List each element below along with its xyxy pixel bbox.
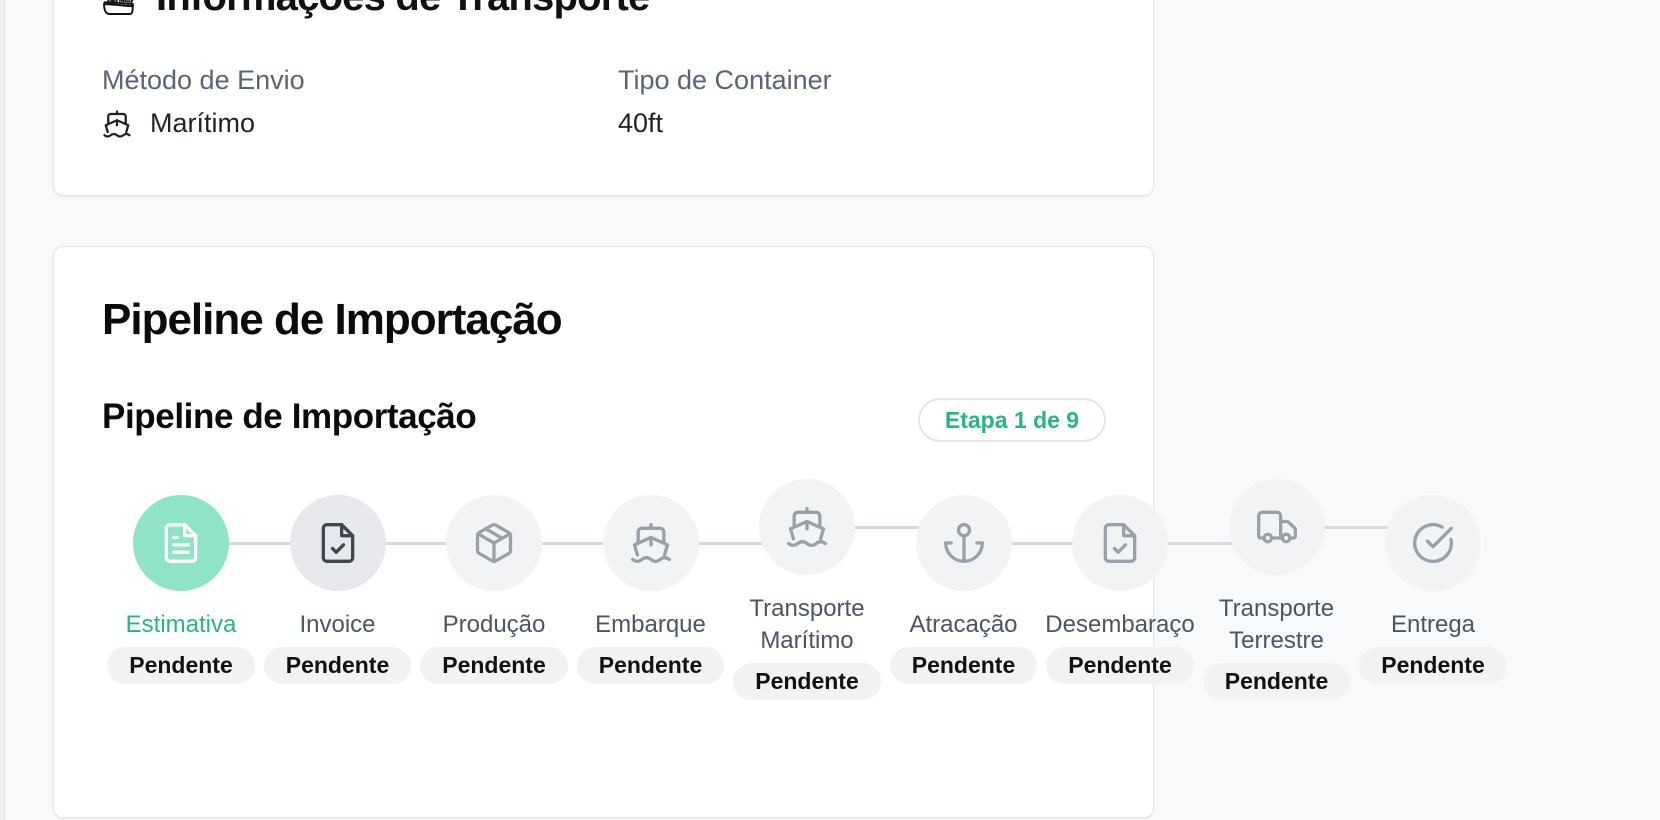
check-circle-icon (1413, 523, 1453, 563)
step-label: Invoice (299, 611, 376, 638)
transport-card-title-text: Informações de Transporte (156, 0, 649, 19)
step-circle (133, 495, 229, 591)
pipeline-step-produ-o[interactable]: Produção Pendente (414, 495, 574, 684)
pipeline-step-embarque[interactable]: Embarque Pendente (571, 495, 731, 684)
stage-badge: Etapa 1 de 9 (918, 398, 1106, 442)
document-icon (164, 523, 198, 563)
step-label: Produção (442, 611, 546, 638)
step-label: Entrega (1390, 611, 1476, 638)
step-status-badge: Pendente (733, 663, 881, 700)
step-status-badge: Pendente (420, 647, 568, 684)
step-circle (446, 495, 542, 591)
shipping-method-field: Método de Envio Marítimo (102, 65, 305, 139)
step-label: Transporte Terrestre (1218, 595, 1335, 654)
step-status-badge: Pendente (576, 647, 725, 684)
package-icon (475, 523, 513, 563)
pipeline-step-estimativa[interactable]: Estimativa Pendente (101, 495, 261, 684)
shipping-method-label: Método de Envio (102, 65, 305, 95)
shipping-method-value: Marítimo (102, 108, 305, 139)
truck-icon (1256, 510, 1297, 544)
step-circle (602, 495, 699, 591)
pipeline-step-invoice[interactable]: Invoice Pendente (258, 495, 418, 684)
step-label: Transporte Marítimo (749, 595, 865, 654)
import-pipeline-card: Pipeline de Importação Pipeline de Impor… (53, 246, 1507, 818)
file-check-icon (1103, 523, 1137, 563)
step-status-badge: Pendente (889, 647, 1038, 684)
container-type-label: Tipo de Container (618, 65, 832, 95)
ship-icon (630, 523, 671, 563)
step-label: Atracação (909, 611, 1018, 638)
step-status-badge: Pendente (1046, 647, 1194, 684)
step-circle (289, 495, 386, 591)
pipeline-step-entrega[interactable]: Entrega Pendente (1353, 495, 1513, 684)
step-label: Embarque (595, 611, 706, 638)
ship-icon (103, 109, 131, 138)
ship-icon (787, 507, 827, 547)
step-circle (915, 495, 1012, 591)
step-circle (1228, 479, 1325, 575)
file-check-icon (321, 523, 354, 563)
shipping-method-text: Marítimo (150, 108, 256, 138)
step-label: Desembaraço (1045, 611, 1195, 638)
container-type-value: 40ft (618, 108, 664, 138)
step-label: Estimativa (125, 611, 237, 638)
container-type-field: Tipo de Container 40ft (618, 65, 832, 139)
anchor-icon (943, 523, 984, 563)
pipeline-step-atraca-o[interactable]: Atracação Pendente (884, 495, 1044, 684)
ship-icon: ⛴ (102, 0, 135, 16)
pipeline-step-transporte-terrestre[interactable]: Transporte Terrestre Pendente (1197, 479, 1357, 700)
step-circle (759, 479, 855, 575)
step-status-badge: Pendente (107, 647, 255, 684)
pipeline-step-desembara-o[interactable]: Desembaraço Pendente (1040, 495, 1200, 684)
transport-info-card: ⛴ Informações de Transporte Método de Env… (53, 0, 1154, 196)
pipeline-step-transporte-mar-timo[interactable]: Transporte Marítimo Pendente (727, 479, 887, 700)
transport-card-title: ⛴ Informações de Transporte (102, 0, 649, 21)
pipeline-section-title: Pipeline de Importação (102, 397, 477, 436)
step-circle (1385, 495, 1481, 591)
step-circle (1072, 495, 1168, 591)
pipeline-card-title: Pipeline de Importação (102, 295, 563, 344)
page-left-edge (0, 0, 5, 820)
step-status-badge: Pendente (1202, 663, 1351, 700)
step-status-badge: Pendente (263, 647, 412, 684)
step-status-badge: Pendente (1359, 647, 1507, 684)
